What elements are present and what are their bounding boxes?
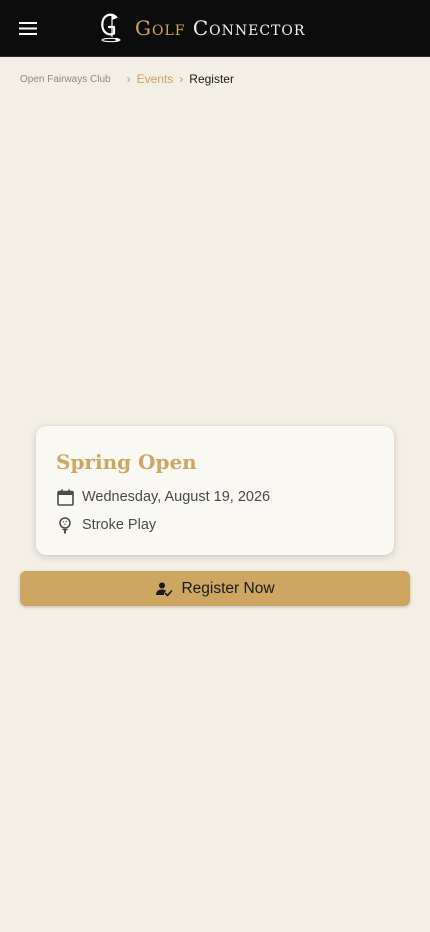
- calendar-icon: [56, 488, 74, 506]
- person-check-icon: [155, 580, 173, 598]
- event-summary-card: Spring Open Wednesday, August 19, 2026 S…: [36, 426, 394, 555]
- brand-name-golf: Golf: [135, 16, 186, 40]
- register-now-label: Register Now: [181, 579, 275, 597]
- event-title: Spring Open: [56, 450, 197, 474]
- breadcrumb-current-page: Register: [189, 72, 234, 86]
- brand-name: Golf Connector: [135, 18, 305, 38]
- breadcrumb-club-link[interactable]: Open Fairways Club: [20, 74, 111, 85]
- menu-button[interactable]: [14, 14, 42, 42]
- golf-connector-logo: [101, 13, 121, 43]
- top-app-bar: Golf Connector: [0, 0, 430, 57]
- breadcrumb: Open Fairways Club › Events › Register: [20, 71, 234, 87]
- golf-ball-tee-icon: [56, 516, 74, 534]
- menu-icon: [19, 21, 37, 35]
- event-format-row: Stroke Play: [56, 515, 156, 535]
- event-format: Stroke Play: [82, 517, 157, 533]
- event-date-row: Wednesday, August 19, 2026: [56, 487, 270, 507]
- register-now-button[interactable]: Register Now: [20, 571, 410, 606]
- breadcrumb-separator: ›: [179, 72, 184, 86]
- brand-home-link[interactable]: Golf Connector: [96, 11, 305, 45]
- brand-name-connector: Connector: [192, 16, 306, 40]
- event-date: Wednesday, August 19, 2026: [82, 489, 271, 505]
- breadcrumb-separator: ›: [126, 72, 131, 86]
- breadcrumb-events-link[interactable]: Events: [137, 72, 174, 86]
